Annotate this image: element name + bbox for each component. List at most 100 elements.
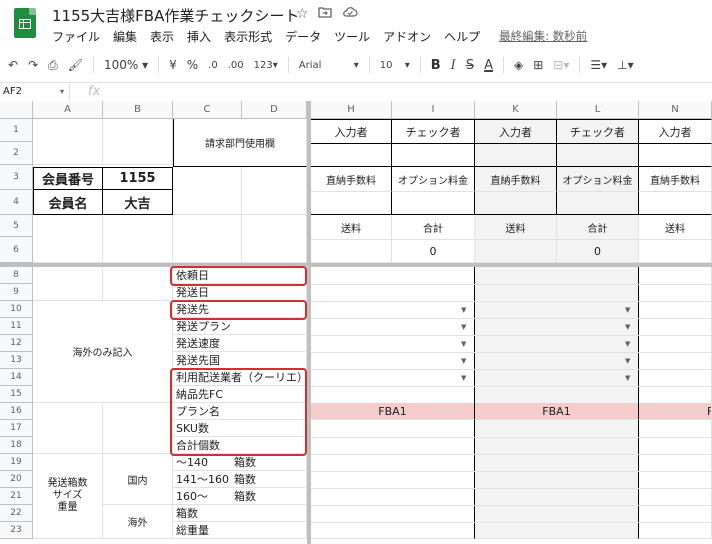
row-header[interactable]: 20 — [0, 471, 33, 488]
member-number-value[interactable]: 1155 — [103, 167, 173, 190]
dropdown-arrow-icon[interactable]: ▼ — [625, 340, 630, 348]
direct-fee-cell-n[interactable] — [639, 192, 712, 215]
size-row[interactable]: 141～160 箱数 — [173, 471, 307, 488]
row-header[interactable]: 5 — [0, 215, 33, 237]
cloud-status-icon[interactable] — [342, 6, 358, 22]
row-header[interactable]: 19 — [0, 454, 33, 471]
menu-edit[interactable]: 編集 — [113, 28, 144, 46]
direct-fee-header-h[interactable]: 直納手数料 — [311, 167, 392, 192]
shipping-cell-n[interactable] — [639, 240, 712, 263]
plan-name-value-h[interactable]: FBA1 — [311, 403, 475, 420]
decrease-decimal-button[interactable]: .0 — [208, 60, 218, 71]
dropdown-arrow-icon[interactable]: ▼ — [461, 357, 466, 365]
dropdown-arrow-icon[interactable]: ▼ — [461, 340, 466, 348]
increase-decimal-button[interactable]: .00 — [228, 60, 244, 71]
inputter-header-h[interactable]: 入力者 — [311, 119, 392, 144]
checker-header-l[interactable]: チェック者 — [557, 119, 639, 144]
row-header[interactable]: 18 — [0, 437, 33, 454]
borders-icon[interactable]: ⊞ — [533, 58, 543, 72]
font-family-select[interactable]: Arial ▾ — [299, 60, 359, 71]
more-formats-button[interactable]: 123▾ — [254, 60, 278, 71]
dropdown-arrow-icon[interactable]: ▼ — [625, 323, 630, 331]
cell[interactable] — [242, 167, 307, 215]
row-header[interactable]: 4 — [0, 190, 33, 215]
column-header-k[interactable]: K — [475, 101, 557, 119]
column-header-n[interactable]: N — [639, 101, 712, 119]
row-header[interactable]: 17 — [0, 420, 33, 437]
dropdown-arrow-icon[interactable]: ▼ — [461, 306, 466, 314]
row-header[interactable]: 1 — [0, 119, 33, 142]
horizontal-align-icon[interactable]: ☰▾ — [590, 58, 607, 72]
checker-header-i[interactable]: チェック者 — [392, 119, 475, 144]
total-value-i[interactable]: 0 — [392, 240, 475, 263]
row-header[interactable]: 10 — [0, 301, 33, 318]
option-fee-header-i[interactable]: オプション料金 — [392, 167, 475, 192]
zoom-select[interactable]: 100% ▾ — [104, 58, 148, 72]
column-header-b[interactable]: B — [103, 101, 173, 119]
shipping-header-n[interactable]: 送料 — [639, 215, 712, 240]
shipping-cell-k[interactable] — [475, 240, 557, 263]
total-header-i[interactable]: 合計 — [392, 215, 475, 240]
star-icon[interactable]: ☆ — [296, 6, 309, 22]
name-box-dropdown-icon[interactable]: ▾ — [60, 83, 64, 101]
menu-help[interactable]: ヘルプ — [444, 28, 487, 46]
spreadsheet-grid[interactable]: A B C D H I K L N 1 2 3 4 5 6 8 9 10 11 … — [0, 101, 712, 544]
direct-fee-cell-k[interactable] — [475, 192, 557, 215]
menu-addons[interactable]: アドオン — [383, 28, 438, 46]
row-header[interactable]: 9 — [0, 284, 33, 301]
billing-header[interactable]: 請求部門使用欄 — [173, 119, 307, 167]
move-folder-icon[interactable] — [318, 6, 332, 22]
domestic-label[interactable]: 国内 — [103, 454, 173, 505]
fill-color-icon[interactable]: ◈ — [514, 58, 523, 72]
inputter-cell-h[interactable] — [311, 144, 392, 167]
row-header[interactable]: 22 — [0, 505, 33, 522]
menu-view[interactable]: 表示 — [150, 28, 181, 46]
menu-tools[interactable]: ツール — [334, 28, 377, 46]
row-header[interactable]: 6 — [0, 237, 33, 263]
row-header[interactable]: 14 — [0, 369, 33, 386]
column-header-a[interactable]: A — [33, 101, 103, 119]
select-all-corner[interactable] — [0, 101, 33, 119]
print-icon[interactable]: ⎙ — [48, 58, 58, 73]
total-header-l[interactable]: 合計 — [557, 215, 639, 240]
size-row[interactable]: ～140 箱数 — [173, 454, 307, 471]
option-fee-cell-l[interactable] — [557, 192, 639, 215]
undo-icon[interactable]: ↶ — [8, 58, 18, 72]
inputter-header-n[interactable]: 入力者 — [639, 119, 712, 144]
shipping-cell-h[interactable] — [311, 240, 392, 263]
checker-cell-i[interactable] — [392, 144, 475, 167]
cell[interactable] — [103, 119, 173, 165]
dropdown-arrow-icon[interactable]: ▼ — [625, 306, 630, 314]
last-edit-link[interactable]: 最終編集: 数秒前 — [499, 28, 587, 46]
column-header-h[interactable]: H — [311, 101, 392, 119]
row-header[interactable]: 11 — [0, 318, 33, 335]
bold-button[interactable]: B — [431, 58, 441, 73]
shipping-header-k[interactable]: 送料 — [475, 215, 557, 240]
menu-file[interactable]: ファイル — [52, 28, 107, 46]
cell[interactable] — [33, 403, 103, 454]
row-header[interactable]: 16 — [0, 403, 33, 420]
redo-icon[interactable]: ↷ — [28, 58, 38, 72]
menu-format[interactable]: 表示形式 — [224, 28, 279, 46]
inputter-cell-k[interactable] — [475, 144, 557, 167]
document-title[interactable]: 1155大吉様FBA作業チェックシート — [52, 5, 299, 26]
size-row[interactable]: 160～ 箱数 — [173, 488, 307, 505]
box-size-weight-label[interactable]: 発送箱数 サイズ 重量 — [33, 454, 103, 539]
row-header[interactable]: 8 — [0, 267, 33, 284]
percent-format-button[interactable]: % — [187, 58, 198, 72]
direct-fee-header-k[interactable]: 直納手数料 — [475, 167, 557, 192]
cell[interactable] — [173, 167, 242, 215]
dropdown-arrow-icon[interactable]: ▼ — [625, 374, 630, 382]
overseas-only-label[interactable]: 海外のみ記入 — [33, 301, 173, 403]
member-name-value[interactable]: 大吉 — [103, 190, 173, 215]
cell[interactable] — [242, 215, 307, 263]
row-header[interactable]: 12 — [0, 335, 33, 352]
dropdown-arrow-icon[interactable]: ▼ — [625, 357, 630, 365]
checker-cell-l[interactable] — [557, 144, 639, 167]
plan-name-value-k[interactable]: FBA1 — [475, 403, 639, 420]
cell[interactable] — [103, 267, 173, 301]
sheets-logo-icon[interactable] — [14, 8, 36, 38]
inputter-cell-n[interactable] — [639, 144, 712, 167]
column-header-c[interactable]: C — [173, 101, 242, 119]
size-row[interactable]: 箱数 — [173, 505, 307, 522]
